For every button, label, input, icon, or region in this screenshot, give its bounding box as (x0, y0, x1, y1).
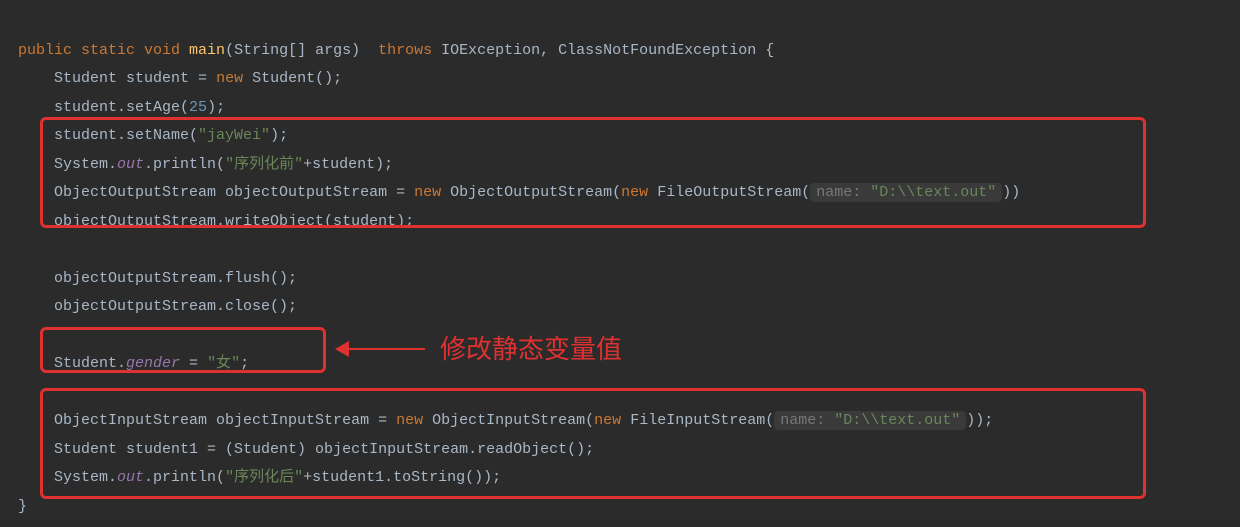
line-2: Student student = new Student(); (54, 70, 342, 87)
line-7: objectOutputStream.writeObject(student); (54, 213, 414, 230)
code-block: public static void main(String[] args) t… (0, 0, 1240, 521)
line-12: Student student1 = (Student) objectInput… (54, 441, 594, 458)
line-8: objectOutputStream.flush(); (54, 270, 297, 287)
line-11: ObjectInputStream objectInputStream = ne… (54, 411, 993, 430)
line-10: Student.gender = "女"; (54, 355, 249, 372)
line-9: objectOutputStream.close(); (54, 298, 297, 315)
line-4: student.setName("jayWei"); (54, 127, 288, 144)
line-3: student.setAge(25); (54, 99, 225, 116)
line-13: System.out.println("序列化后"+student1.toStr… (54, 469, 501, 486)
line-6: ObjectOutputStream objectOutputStream = … (54, 183, 1020, 202)
line-1: public static void main(String[] args) t… (18, 42, 774, 59)
line-5: System.out.println("序列化前"+student); (54, 156, 393, 173)
